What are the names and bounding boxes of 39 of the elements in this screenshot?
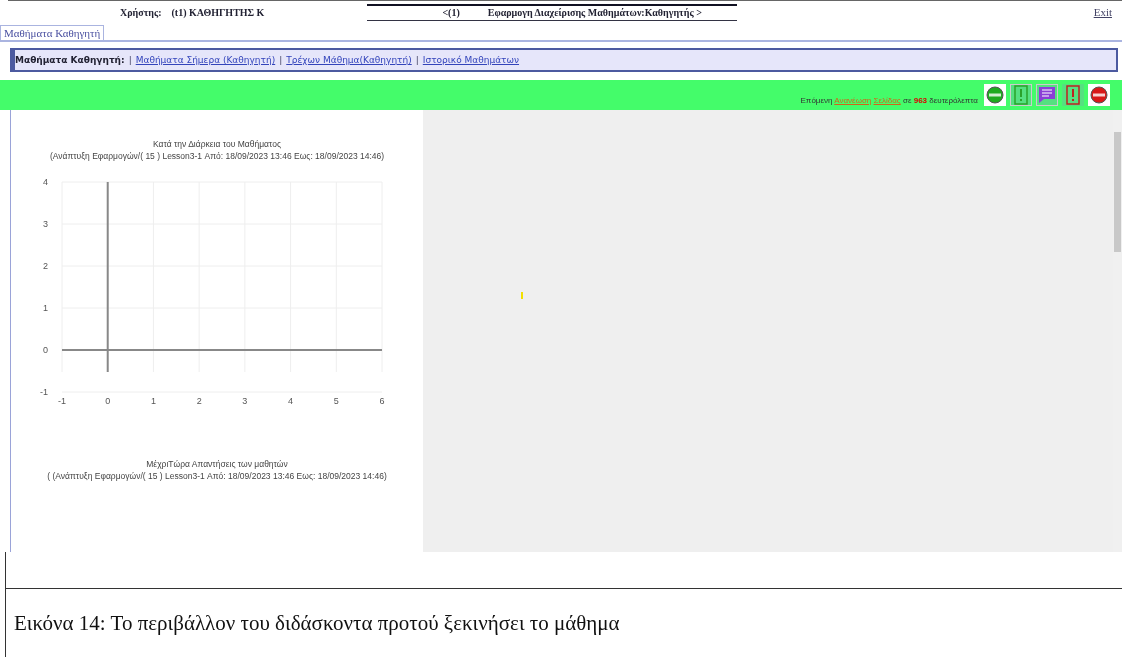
separator: | [279, 55, 283, 65]
user-label: Χρήστης: [120, 6, 162, 18]
x-tick-label: 6 [379, 396, 385, 406]
tab[interactable]: Μαθήματα Καθηγητή [0, 25, 105, 40]
refresh-text: Επόμενη Ανανέωση Σελίδας σε 963 δευτερόλεπτα [800, 96, 978, 105]
x-tick-label: 2 [196, 396, 202, 406]
x-tick-label: 3 [242, 396, 248, 406]
nav-link[interactable]: Μαθήματα Σήμερα (Καθηγητή) [135, 55, 276, 65]
chart-subtitle: (Ανάπτυξη Εφαρμογών/( 15 ) Lesson3-1 Από: 18/09/2023 13:46 Εως: 18/09/2023 14:46) [49, 150, 385, 162]
x-tick-label: 0 [105, 396, 111, 406]
cursor-mark [521, 292, 523, 299]
x-tick-label: 4 [288, 396, 294, 406]
exit-link[interactable]: Exit [1093, 6, 1112, 18]
user-name: (t1) ΚΑΘΗΓΗΤΗΣ Κ [171, 6, 265, 18]
app-title: Εφαρμογη Διαχείρισης Μαθημάτων:Καθηγητής > [487, 7, 702, 18]
chart-subtitle: ( (Ανάπτυξη Εφαρμογών/( 15 ) Lesson3-1 Από: 18/09/2023 13:46 Εως: 18/09/2023 14:46) [47, 470, 387, 482]
y-tick-label: 3 [43, 219, 48, 229]
separator: | [415, 55, 419, 65]
start-button[interactable] [984, 84, 1006, 106]
chart-title: ΜέχριΤώρα Απαντήσεις των μαθητών [146, 458, 288, 470]
nav-link[interactable]: Τρέχων Μάθημα(Καθηγητή) [286, 55, 412, 65]
y-tick-label: 2 [43, 261, 48, 271]
nav-link[interactable]: Ιστορικό Μαθημάτων [422, 55, 520, 65]
message-button[interactable] [1036, 84, 1058, 106]
alert-button[interactable] [1062, 84, 1084, 106]
figure-caption: Εικόνα 14: Το περιβάλλον του διδάσκοντα προτού ξεκινήσει το μάθημα [14, 610, 620, 636]
chart-title: Κατά την Διάρκεια του Μαθήματος [152, 138, 281, 150]
x-tick-label: -1 [58, 396, 66, 406]
y-tick-label: 0 [43, 345, 48, 355]
app-index: <(1) [442, 7, 460, 18]
y-tick-label: -1 [40, 387, 48, 397]
y-tick-label: 4 [43, 177, 48, 187]
y-tick-label: 1 [43, 303, 48, 313]
x-tick-label: 5 [333, 396, 339, 406]
separator: | [128, 55, 132, 65]
scrollbar[interactable] [1113, 110, 1122, 552]
stop-button[interactable] [1088, 84, 1110, 106]
x-tick-label: 1 [150, 396, 156, 406]
nav-title: Μαθήματα Καθηγητή: [15, 55, 125, 65]
